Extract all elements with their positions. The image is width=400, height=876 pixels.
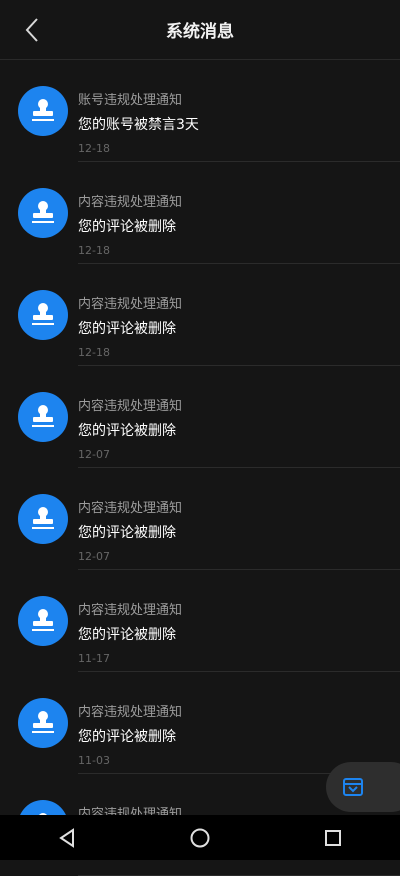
message-item[interactable]: 内容违规处理通知 您的评论被删除 12-18 bbox=[0, 162, 400, 264]
stamp-icon bbox=[18, 188, 68, 238]
system-nav-bar bbox=[0, 815, 400, 860]
header-bar: 系统消息 bbox=[0, 0, 400, 60]
inbox-icon bbox=[343, 778, 363, 796]
message-item[interactable]: 内容违规处理通知 您的评论被删除 11-17 bbox=[0, 570, 400, 672]
nav-back-button[interactable] bbox=[47, 818, 87, 858]
message-type: 内容违规处理通知 bbox=[78, 603, 183, 618]
message-type: 内容违规处理通知 bbox=[78, 705, 183, 720]
recents-square-icon bbox=[325, 829, 342, 846]
message-item[interactable]: 内容违规处理通知 您的评论被删除 11-03 bbox=[0, 672, 400, 774]
message-text: 您的评论被删除 bbox=[78, 729, 176, 745]
message-item[interactable]: 内容违规处理通知 您的评论被删除 12-07 bbox=[0, 468, 400, 570]
message-item[interactable]: 账号违规处理通知 您的账号被禁言3天 12-18 bbox=[0, 60, 400, 162]
message-text: 您的账号被禁言3天 bbox=[78, 117, 199, 133]
message-date: 12-07 bbox=[78, 448, 110, 461]
message-text: 您的评论被删除 bbox=[78, 219, 176, 235]
message-text: 您的评论被删除 bbox=[78, 627, 176, 643]
stamp-icon bbox=[18, 596, 68, 646]
stamp-icon bbox=[18, 698, 68, 748]
back-triangle-icon bbox=[58, 827, 74, 848]
message-date: 12-07 bbox=[78, 550, 110, 563]
message-text: 您的评论被删除 bbox=[78, 525, 176, 541]
stamp-icon bbox=[18, 86, 68, 136]
home-circle-icon bbox=[190, 828, 210, 847]
inbox-button[interactable] bbox=[326, 762, 400, 812]
message-date: 12-18 bbox=[78, 346, 110, 359]
nav-home-button[interactable] bbox=[180, 818, 220, 858]
stamp-icon bbox=[18, 494, 68, 544]
message-date: 12-18 bbox=[78, 244, 110, 257]
message-type: 账号违规处理通知 bbox=[78, 93, 183, 108]
page-title: 系统消息 bbox=[166, 22, 234, 42]
message-date: 11-17 bbox=[78, 652, 110, 665]
message-date: 11-03 bbox=[78, 754, 110, 767]
message-type: 内容违规处理通知 bbox=[78, 399, 183, 414]
stamp-icon bbox=[18, 290, 68, 340]
stamp-icon bbox=[18, 392, 68, 442]
nav-recents-button[interactable] bbox=[313, 818, 353, 858]
message-text: 您的评论被删除 bbox=[78, 423, 176, 439]
message-text: 您的评论被删除 bbox=[78, 321, 176, 337]
message-type: 内容违规处理通知 bbox=[78, 297, 183, 312]
message-item[interactable]: 内容违规处理通知 您的评论被删除 12-07 bbox=[0, 366, 400, 468]
message-date: 12-18 bbox=[78, 142, 110, 155]
message-item[interactable]: 内容违规处理通知 您的评论被删除 12-18 bbox=[0, 264, 400, 366]
chevron-left-icon bbox=[25, 18, 38, 42]
message-list: 账号违规处理通知 您的账号被禁言3天 12-18 内容违规处理通知 您的评论被删… bbox=[0, 60, 400, 876]
back-button[interactable] bbox=[14, 12, 50, 48]
message-type: 内容违规处理通知 bbox=[78, 501, 183, 516]
message-type: 内容违规处理通知 bbox=[78, 195, 183, 210]
